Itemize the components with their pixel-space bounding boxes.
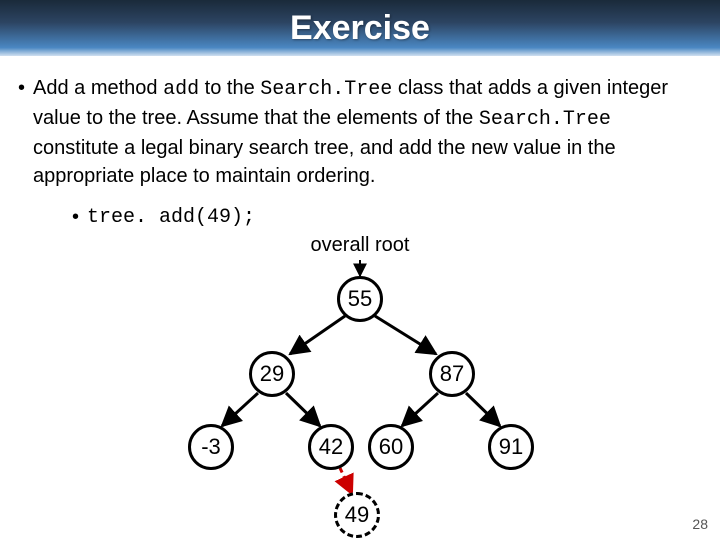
tree-node-55: 55 bbox=[337, 276, 383, 322]
sub-bullet: • tree. add(49); bbox=[72, 206, 702, 229]
text-fragment: Add a method bbox=[33, 77, 163, 99]
code-fragment: Search.Tree bbox=[260, 78, 392, 101]
main-bullet: • Add a method add to the Search.Tree cl… bbox=[18, 74, 702, 190]
code-fragment: Search.Tree bbox=[479, 108, 611, 131]
tree-diagram: 55 29 87 -3 42 60 91 49 bbox=[0, 254, 720, 524]
tree-node-49-inserted: 49 bbox=[334, 492, 380, 538]
tree-node-neg3: -3 bbox=[188, 424, 234, 470]
sub-bullet-code: tree. add(49); bbox=[87, 206, 255, 229]
sub-bullet-dot: • bbox=[72, 206, 79, 229]
text-fragment: to the bbox=[199, 77, 260, 99]
tree-node-60: 60 bbox=[368, 424, 414, 470]
slide-title: Exercise bbox=[290, 9, 430, 48]
tree-node-42: 42 bbox=[308, 424, 354, 470]
tree-node-87: 87 bbox=[429, 351, 475, 397]
title-bar: Exercise bbox=[0, 0, 720, 56]
code-fragment: add bbox=[163, 78, 199, 101]
tree-node-91: 91 bbox=[488, 424, 534, 470]
bullet-body: Add a method add to the Search.Tree clas… bbox=[33, 74, 702, 190]
bullet-dot: • bbox=[18, 74, 25, 102]
page-number: 28 bbox=[692, 516, 708, 532]
content-area: • Add a method add to the Search.Tree cl… bbox=[0, 56, 720, 229]
tree-node-29: 29 bbox=[249, 351, 295, 397]
text-fragment: constitute a legal binary search tree, a… bbox=[33, 137, 616, 187]
